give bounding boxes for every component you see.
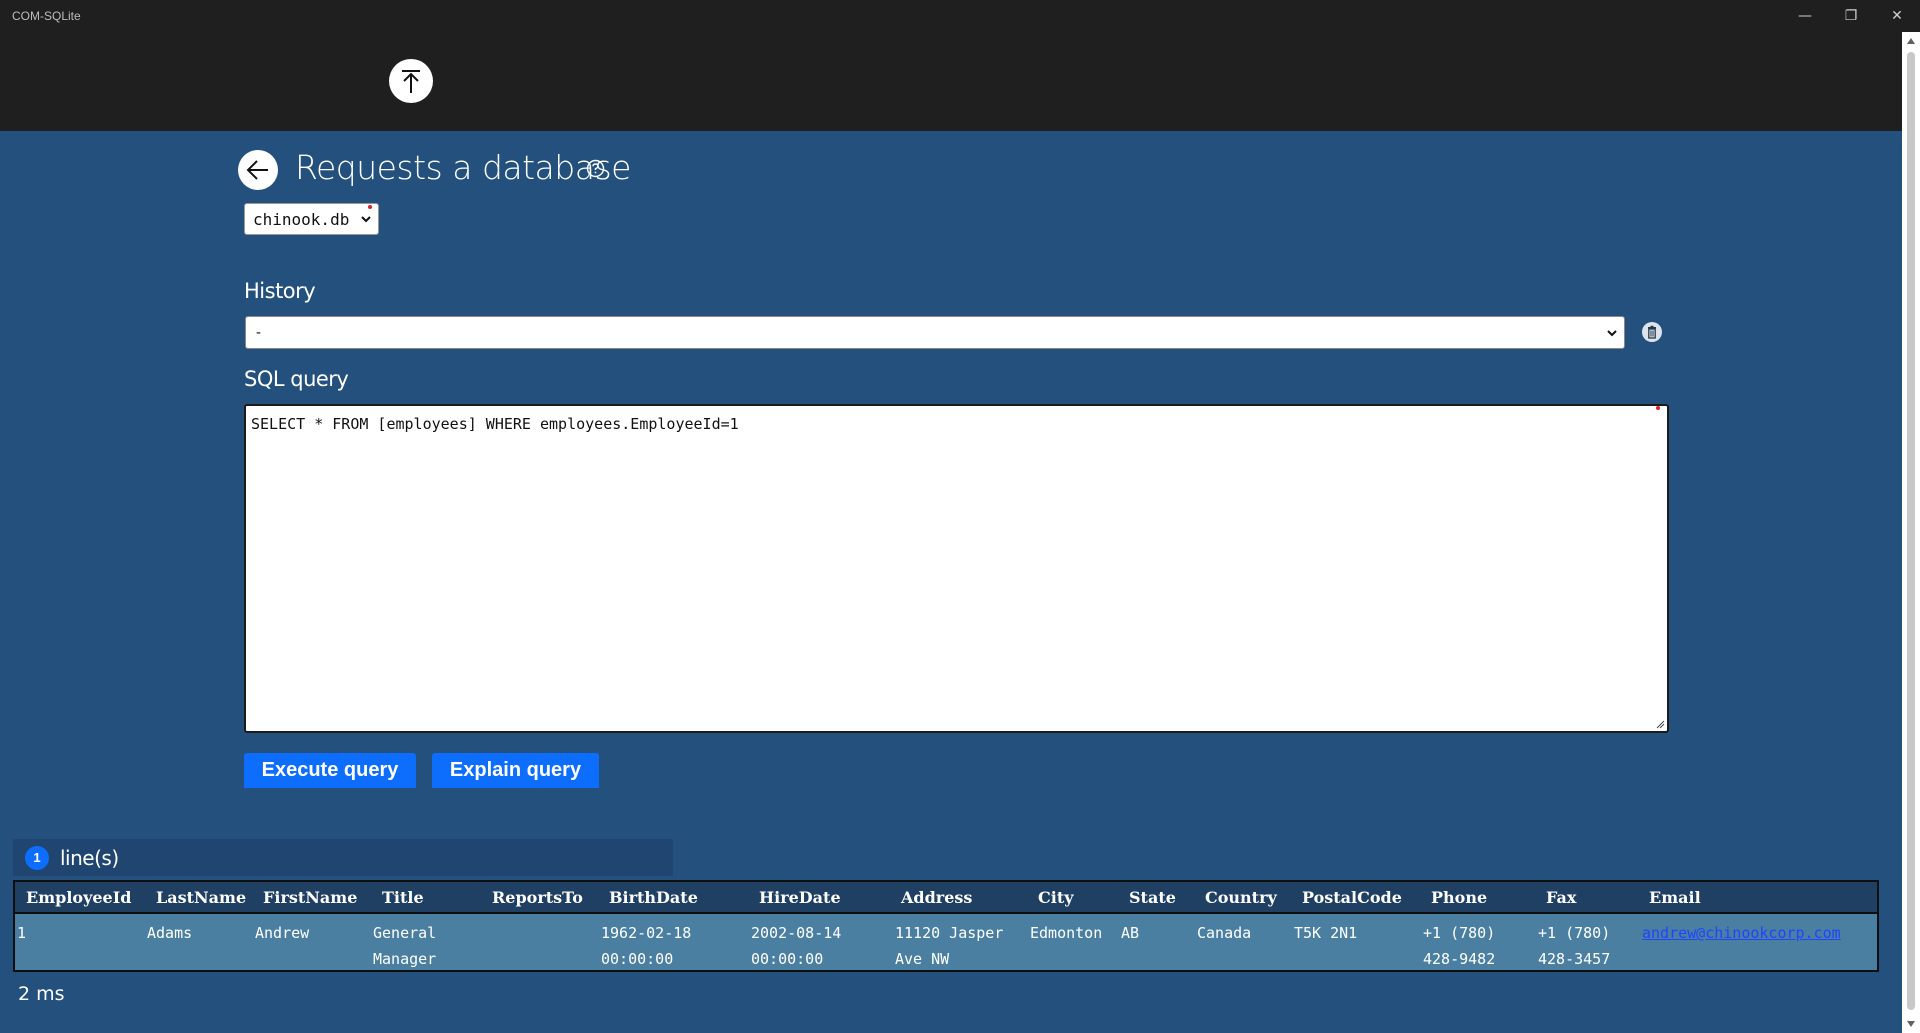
cell-lastname: Adams	[147, 924, 193, 942]
column-header[interactable]: Country	[1205, 888, 1277, 907]
column-header[interactable]: BirthDate	[609, 888, 698, 907]
sql-query-text: SELECT * FROM [employees] WHERE employee…	[251, 415, 739, 433]
cell-hiredate-line2: 00:00:00	[751, 950, 824, 968]
upload-arrow-icon	[402, 70, 420, 93]
database-select-value: chinook.db	[253, 209, 350, 229]
scroll-up-icon[interactable]	[1906, 36, 1916, 46]
cell-birthdate-line1: 1962-02-18	[601, 924, 692, 942]
history-label: History	[244, 279, 316, 303]
minimize-icon: —	[1798, 8, 1812, 24]
required-indicator	[368, 205, 372, 209]
chevron-down-icon	[1607, 330, 1617, 337]
cell-title-line2: Manager	[373, 950, 437, 968]
resize-grip-icon[interactable]	[1655, 719, 1665, 729]
column-header[interactable]: LastName	[156, 888, 246, 907]
sql-query-label: SQL query	[244, 367, 349, 391]
column-header[interactable]: Phone	[1431, 888, 1487, 907]
close-button[interactable]: ✕	[1874, 0, 1920, 32]
cell-hiredate-line1: 2002-08-14	[751, 924, 842, 942]
column-header[interactable]: Address	[901, 888, 972, 907]
column-header[interactable]: Title	[382, 888, 424, 907]
column-header[interactable]: State	[1129, 888, 1176, 907]
chevron-down-icon	[361, 216, 371, 223]
cell-country: Canada	[1197, 924, 1252, 942]
app-header	[0, 32, 1902, 131]
query-timing: 2 ms	[18, 983, 65, 1005]
results-table-header: EmployeeId LastName FirstName Title Repo…	[15, 882, 1877, 914]
trash-icon[interactable]	[1641, 321, 1663, 343]
back-button[interactable]	[238, 150, 278, 190]
cell-phone-line1: +1 (780)	[1423, 924, 1496, 942]
column-header[interactable]: Fax	[1546, 888, 1576, 907]
minimize-button[interactable]: —	[1782, 0, 1828, 32]
window-titlebar: COM-SQLite — ❐ ✕	[0, 0, 1920, 32]
history-select-value: -	[256, 324, 261, 341]
close-icon: ✕	[1891, 8, 1903, 24]
results-table: EmployeeId LastName FirstName Title Repo…	[13, 880, 1879, 972]
page-scrollbar[interactable]	[1902, 32, 1920, 1033]
result-count-bar: 1 line(s)	[13, 839, 673, 876]
execute-query-button[interactable]: Execute query	[244, 753, 416, 788]
cell-employeeid: 1	[17, 924, 27, 942]
column-header[interactable]: Email	[1649, 888, 1701, 907]
cell-fax-line1: +1 (780)	[1538, 924, 1611, 942]
question-circle-icon[interactable]	[586, 159, 605, 178]
restore-icon: ❐	[1844, 8, 1858, 24]
column-header[interactable]: ReportsTo	[492, 888, 583, 907]
sql-query-textarea[interactable]: SELECT * FROM [employees] WHERE employee…	[244, 404, 1669, 733]
result-count-label: line(s)	[60, 845, 119, 870]
database-select[interactable]: chinook.db	[244, 203, 379, 235]
scroll-down-icon[interactable]	[1906, 1019, 1916, 1029]
column-header[interactable]: HireDate	[759, 888, 841, 907]
explain-query-button[interactable]: Explain query	[432, 753, 599, 788]
cell-fax-line2: 428-3457	[1538, 950, 1611, 968]
cell-city: Edmonton	[1030, 924, 1103, 942]
history-select[interactable]: -	[245, 316, 1625, 349]
cell-phone-line2: 428-9482	[1423, 950, 1496, 968]
cell-address-line1: 11120 Jasper	[895, 924, 1004, 942]
upload-button[interactable]	[389, 59, 433, 103]
column-header[interactable]: PostalCode	[1302, 888, 1402, 907]
required-indicator	[1656, 406, 1660, 410]
result-count-badge: 1	[25, 845, 49, 870]
cell-title-line1: General	[373, 924, 437, 942]
column-header[interactable]: City	[1038, 888, 1074, 907]
cell-address-line2: Ave NW	[895, 950, 950, 968]
cell-state: AB	[1121, 924, 1140, 942]
column-header[interactable]: EmployeeId	[26, 888, 131, 907]
cell-postalcode: T5K 2N1	[1294, 924, 1358, 942]
cell-firstname: Andrew	[255, 924, 310, 942]
column-header[interactable]: FirstName	[263, 888, 357, 907]
window-title: COM-SQLite	[12, 9, 81, 23]
arrow-left-icon	[246, 160, 268, 180]
restore-button[interactable]: ❐	[1828, 0, 1874, 32]
scrollbar-thumb[interactable]	[1907, 52, 1915, 1010]
page-title: Requests a database	[295, 148, 631, 187]
cell-email-link[interactable]: andrew@chinookcorp.com	[1642, 920, 1841, 946]
cell-birthdate-line2: 00:00:00	[601, 950, 674, 968]
